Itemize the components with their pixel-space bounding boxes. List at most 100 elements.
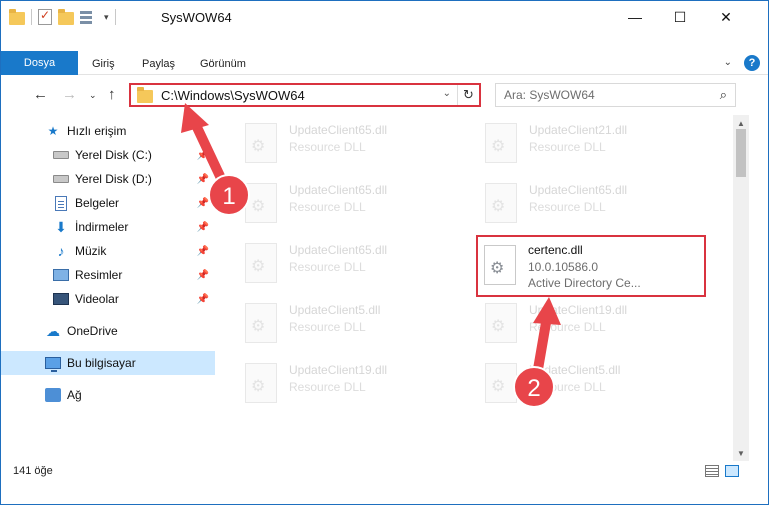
sidebar-item-music[interactable]: ♪ Müzik 📌 xyxy=(1,239,215,263)
file-item[interactable]: UpdateClient65.dll Resource DLL xyxy=(223,177,451,233)
dll-file-icon xyxy=(485,123,517,163)
folder-icon xyxy=(9,8,25,25)
view-icon[interactable] xyxy=(80,10,98,24)
tab-home[interactable]: Giriş xyxy=(92,53,115,75)
refresh-button[interactable]: ↻ xyxy=(457,85,479,105)
new-folder-icon[interactable] xyxy=(58,8,74,25)
cloud-icon: ☁ xyxy=(46,322,60,339)
folder-icon xyxy=(137,86,153,103)
details-view-icon[interactable] xyxy=(705,465,719,477)
sidebar-item-downloads[interactable]: ⬇ İndirmeler 📌 xyxy=(1,215,215,239)
separator xyxy=(114,9,116,25)
large-icons-view-icon[interactable] xyxy=(725,465,739,477)
videos-icon xyxy=(53,292,69,306)
window-title: SysWOW64 xyxy=(161,10,232,25)
file-description: Resource DLL xyxy=(529,380,606,394)
file-description: Resource DLL xyxy=(529,320,606,334)
customize-toolbar-icon[interactable]: ▾ xyxy=(104,12,109,23)
file-item[interactable]: UpdateClient65.dll Resource DLL xyxy=(223,237,451,293)
sidebar-item-label: OneDrive xyxy=(67,324,118,338)
file-item[interactable]: UpdateClient65.dll Resource DLL xyxy=(463,177,691,233)
tab-file[interactable]: Dosya xyxy=(1,51,78,75)
file-description: Active Directory Ce... xyxy=(528,276,641,290)
file-name: UpdateClient19.dll xyxy=(289,363,388,377)
search-placeholder[interactable]: Ara: SysWOW64 xyxy=(504,88,595,102)
scrollbar-thumb[interactable] xyxy=(736,129,746,177)
sidebar-item-local-disk-d[interactable]: Yerel Disk (D:) 📌 xyxy=(1,167,215,191)
star-icon: ★ xyxy=(47,124,59,138)
properties-icon[interactable] xyxy=(38,8,52,25)
dll-file-icon xyxy=(484,245,516,285)
download-icon: ⬇ xyxy=(55,218,67,235)
address-bar[interactable]: C:\Windows\SysWOW64 ⌄ ↻ xyxy=(129,83,481,107)
file-description: Resource DLL xyxy=(289,260,366,274)
minimize-button[interactable]: — xyxy=(612,1,658,33)
sidebar-item-local-disk-c[interactable]: Yerel Disk (C:) 📌 xyxy=(1,143,215,167)
forward-button[interactable]: → xyxy=(62,86,77,103)
dll-file-icon xyxy=(245,183,277,223)
close-button[interactable]: ✕ xyxy=(703,1,749,33)
file-item[interactable]: UpdateClient5.dll Resource DLL xyxy=(463,357,691,413)
sidebar-item-onedrive[interactable]: ☁ OneDrive xyxy=(1,319,215,343)
pin-icon: 📌 xyxy=(196,173,209,185)
item-count: 141 öğe xyxy=(13,465,53,477)
sidebar-item-documents[interactable]: Belgeler 📌 xyxy=(1,191,215,215)
sidebar-item-pictures[interactable]: Resimler 📌 xyxy=(1,263,215,287)
maximize-button[interactable]: ☐ xyxy=(657,1,703,33)
back-button[interactable]: ← xyxy=(33,86,48,103)
dll-file-icon xyxy=(485,363,517,403)
sidebar-item-this-pc[interactable]: Bu bilgisayar xyxy=(1,351,215,375)
separator xyxy=(31,9,32,25)
explorer-window: ▾ SysWOW64 — ☐ ✕ Dosya Giriş Paylaş Görü… xyxy=(0,0,769,505)
file-item[interactable]: UpdateClient65.dll Resource DLL xyxy=(223,117,451,173)
file-name: certenc.dll xyxy=(528,243,583,257)
sidebar-item-label: Müzik xyxy=(75,244,107,258)
dll-file-icon xyxy=(245,243,277,283)
computer-icon xyxy=(45,356,61,372)
sidebar-item-quick-access[interactable]: ★ Hızlı erişim xyxy=(1,119,215,143)
file-name: UpdateClient65.dll xyxy=(289,183,388,197)
network-icon xyxy=(45,388,61,402)
file-name: UpdateClient65.dll xyxy=(289,123,388,137)
search-box[interactable]: Ara: SysWOW64 ⌕ xyxy=(495,83,736,107)
pin-icon: 📌 xyxy=(196,269,209,281)
sidebar-item-network[interactable]: Ağ xyxy=(1,383,215,407)
file-description: Resource DLL xyxy=(529,140,606,154)
drive-icon xyxy=(53,148,69,162)
search-icon[interactable]: ⌕ xyxy=(720,87,727,103)
highlighted-file-item[interactable]: certenc.dll 10.0.10586.0 Active Director… xyxy=(476,235,706,297)
dll-file-icon xyxy=(245,363,277,403)
pin-icon: 📌 xyxy=(196,149,209,161)
navigation-bar: ← → ⌄ ↑ C:\Windows\SysWOW64 ⌄ ↻ Ara: Sys… xyxy=(1,77,768,113)
dll-file-icon xyxy=(245,123,277,163)
tab-view[interactable]: Görünüm xyxy=(200,53,246,75)
up-button[interactable]: ↑ xyxy=(108,86,116,103)
file-name: UpdateClient21.dll xyxy=(529,123,628,137)
sidebar-item-videos[interactable]: Videolar 📌 xyxy=(1,287,215,311)
pin-icon: 📌 xyxy=(196,245,209,257)
pin-icon: 📌 xyxy=(196,293,209,305)
pictures-icon xyxy=(53,268,69,282)
file-item[interactable]: UpdateClient19.dll Resource DLL xyxy=(463,297,691,353)
file-description: Resource DLL xyxy=(289,200,366,214)
file-name: UpdateClient65.dll xyxy=(289,243,388,257)
music-icon: ♪ xyxy=(57,243,65,259)
tab-share[interactable]: Paylaş xyxy=(142,53,175,75)
recent-locations-button[interactable]: ⌄ xyxy=(89,90,97,101)
help-icon[interactable]: ? xyxy=(744,55,760,71)
address-dropdown-icon[interactable]: ⌄ xyxy=(443,88,451,99)
file-version: 10.0.10586.0 xyxy=(528,260,599,274)
scroll-down-icon[interactable]: ▼ xyxy=(733,445,749,461)
pin-icon: 📌 xyxy=(196,197,209,209)
file-description: Resource DLL xyxy=(289,320,366,334)
file-description: Resource DLL xyxy=(529,200,606,214)
sidebar-item-label: Resimler xyxy=(75,268,123,282)
expand-ribbon-icon[interactable]: ⌄ xyxy=(724,57,732,68)
ribbon-tabs: Dosya Giriş Paylaş Görünüm ⌄ ? xyxy=(1,51,768,75)
drive-icon xyxy=(53,172,69,186)
file-name: UpdateClient65.dll xyxy=(529,183,628,197)
file-item[interactable]: UpdateClient19.dll Resource DLL xyxy=(223,357,451,413)
vertical-scrollbar[interactable]: ▲ ▼ xyxy=(733,115,749,461)
file-item[interactable]: UpdateClient5.dll Resource DLL xyxy=(223,297,451,353)
file-item[interactable]: UpdateClient21.dll Resource DLL xyxy=(463,117,691,173)
